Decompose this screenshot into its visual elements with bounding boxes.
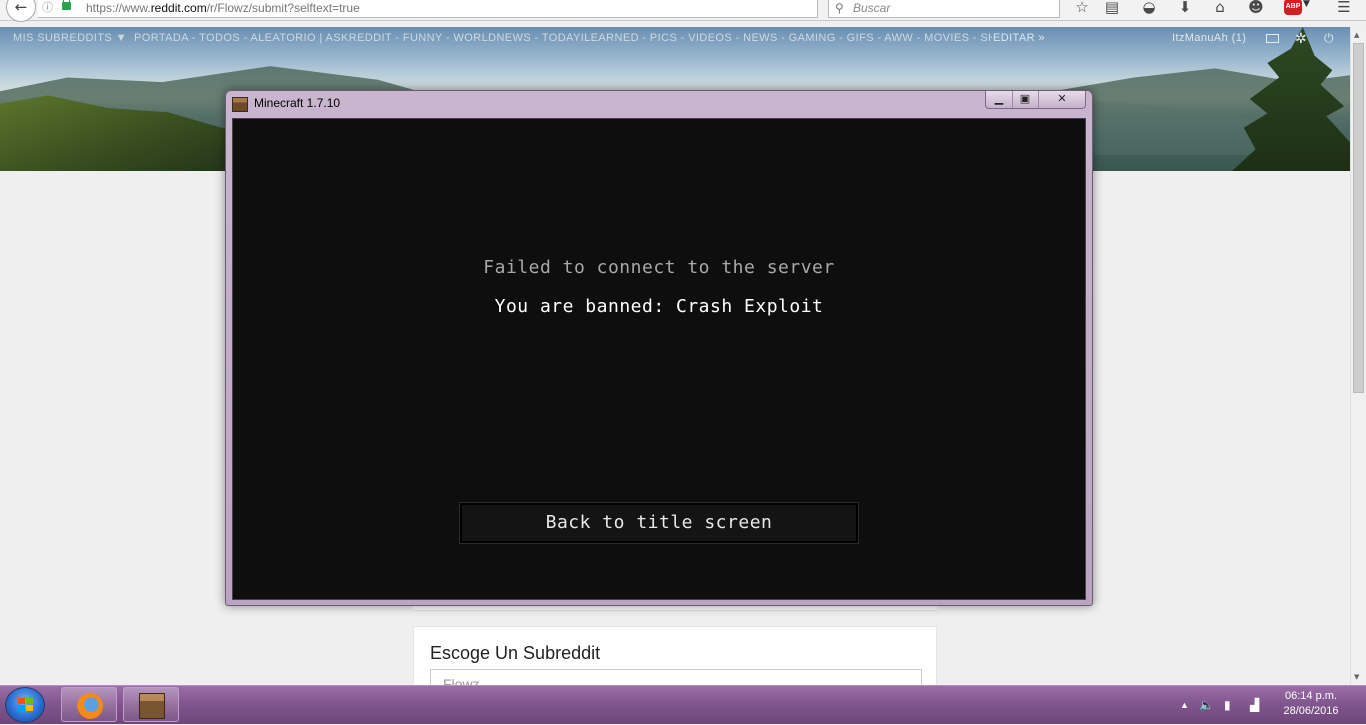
home-icon[interactable]: ⌂ — [1210, 0, 1230, 17]
battery-icon[interactable]: ▮ — [1224, 686, 1231, 725]
adblock-icon[interactable]: ABP — [1284, 0, 1302, 15]
clock-time: 06:14 p.m. — [1285, 690, 1337, 702]
minecraft-screen: Failed to connect to the server You are … — [232, 118, 1086, 600]
logo-green — [26, 698, 33, 704]
bookmark-star-icon[interactable]: ☆ — [1072, 0, 1092, 17]
close-button[interactable]: ✕ — [1038, 91, 1086, 108]
lock-icon[interactable] — [62, 0, 71, 10]
logo-yellow — [26, 705, 33, 711]
minimize-icon: ▁ — [994, 92, 1004, 105]
back-to-title-button[interactable]: Back to title screen — [459, 502, 859, 544]
page-scrollbar[interactable]: ▲ ▼ — [1350, 27, 1366, 685]
window-controls: ▁ ▣ ✕ — [985, 91, 1086, 109]
window-title: Minecraft 1.7.10 — [254, 96, 341, 110]
start-button[interactable] — [5, 687, 45, 723]
volume-icon[interactable]: 🔈 — [1199, 686, 1214, 725]
chat-icon[interactable]: ☻ — [1246, 0, 1266, 17]
logo-blue — [18, 705, 25, 711]
minecraft-window: Minecraft 1.7.10 ▁ ▣ ✕ Failed to connect… — [225, 90, 1093, 606]
preferences-icon[interactable]: ✲ — [1295, 27, 1307, 49]
scroll-up-icon[interactable]: ▲ — [1354, 31, 1359, 39]
card-heading: Escoge Un Subreddit — [430, 643, 601, 663]
reading-list-icon[interactable]: ▤ — [1102, 0, 1122, 17]
restore-icon: ▣ — [1019, 92, 1031, 105]
minimize-button[interactable]: ▁ — [986, 91, 1013, 108]
download-icon[interactable]: ⬇ — [1175, 0, 1195, 17]
clock-date: 28/06/2016 — [1283, 705, 1339, 717]
username-link[interactable]: ItzManuAh — [1172, 32, 1228, 44]
taskbar-minecraft[interactable] — [123, 687, 179, 722]
firefox-icon — [77, 693, 103, 719]
maximize-button[interactable]: ▣ — [1012, 91, 1039, 108]
user-info: ItzManuAh (1) — [1172, 27, 1246, 49]
karma-count: (1) — [1231, 32, 1247, 44]
mail-icon[interactable] — [1266, 34, 1279, 43]
window-titlebar[interactable]: Minecraft 1.7.10 ▁ ▣ ✕ — [226, 91, 1092, 117]
network-icon[interactable]: ▟ — [1250, 686, 1259, 725]
pocket-icon[interactable]: ◒ — [1139, 0, 1159, 17]
system-clock[interactable]: 06:14 p.m. 28/06/2016 — [1266, 689, 1356, 719]
back-button[interactable]: ← — [6, 0, 36, 22]
scroll-thumb[interactable] — [1353, 43, 1364, 393]
disconnect-title: Failed to connect to the server — [483, 257, 835, 278]
logout-icon[interactable]: ⏻ — [1324, 27, 1334, 49]
info-icon[interactable]: ⓘ — [42, 0, 53, 17]
my-subreddits-dropdown[interactable]: MIS SUBREDDITS ▼ — [13, 27, 127, 49]
close-icon: ✕ — [1057, 92, 1067, 105]
taskbar-firefox[interactable] — [61, 687, 117, 722]
url-bar[interactable]: ⓘ https://www.reddit.com/r/Flowz/submit?… — [38, 0, 848, 18]
windows-logo-icon — [18, 698, 34, 712]
logo-red — [18, 698, 25, 704]
minecraft-icon — [139, 693, 165, 719]
minecraft-crafting-table-icon — [232, 97, 248, 112]
url-text[interactable]: https://www.reddit.com/r/Flowz/submit?se… — [86, 0, 360, 17]
show-hidden-icons[interactable]: ▲ — [1180, 686, 1189, 725]
disconnect-reason: You are banned: Crash Exploit — [494, 296, 824, 317]
chevron-down-icon[interactable]: ▼ — [1303, 0, 1310, 9]
browser-toolbar: ← ⓘ https://www.reddit.com/r/Flowz/submi… — [0, 0, 1366, 22]
search-icon: ⚲ — [835, 1, 844, 15]
scroll-down-icon[interactable]: ▼ — [1354, 673, 1359, 681]
edit-link[interactable]: EDITAR » — [993, 27, 1045, 49]
back-arrow-icon: ← — [14, 0, 28, 16]
subreddit-links[interactable]: PORTADA - TODOS - ALEATORIO | ASKREDDIT … — [134, 27, 992, 49]
search-input[interactable]: ⚲ Buscar — [828, 0, 1060, 18]
menu-icon[interactable]: ☰ — [1334, 0, 1354, 17]
windows-taskbar: ▲ 🔈 ▮ ▟ 06:14 p.m. 28/06/2016 — [0, 685, 1366, 724]
reddit-navbar: MIS SUBREDDITS ▼ PORTADA - TODOS - ALEAT… — [0, 27, 1350, 49]
